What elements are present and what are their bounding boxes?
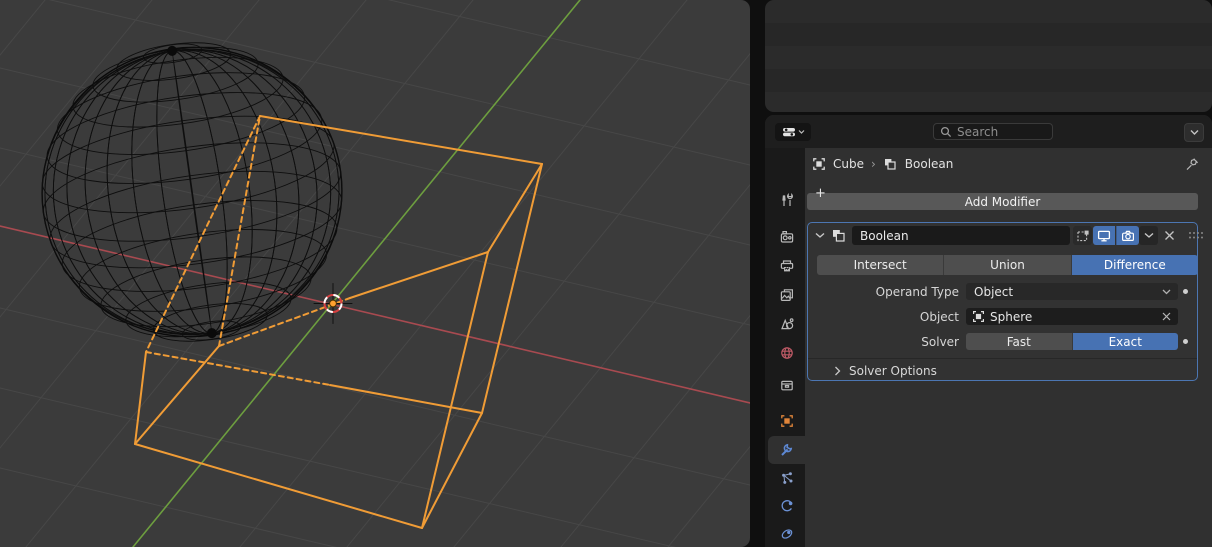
- physics-icon: [780, 499, 794, 513]
- tab-collection-properties[interactable]: [768, 371, 805, 399]
- boolean-operation-switch: Intersect Union Difference: [817, 255, 1198, 275]
- breadcrumb: Cube › Boolean: [812, 156, 953, 172]
- object-field[interactable]: Sphere: [966, 308, 1178, 325]
- properties-editor: Search Cube ›: [765, 115, 1212, 547]
- tab-modifier-properties[interactable]: [768, 436, 805, 464]
- tab-object-properties[interactable]: [768, 407, 805, 435]
- modifier-panel-header: Boolean: [808, 223, 1197, 248]
- monitor-icon: [1097, 229, 1111, 243]
- operand-type-dropdown[interactable]: Object: [966, 283, 1178, 300]
- chevron-down-icon: [798, 129, 805, 135]
- object-label: Object: [808, 310, 959, 324]
- solver-fast-button[interactable]: Fast: [966, 333, 1073, 350]
- printer-icon: [780, 259, 794, 273]
- properties-header: Search: [765, 115, 1212, 148]
- modifier-stack-icon: [883, 157, 898, 171]
- breadcrumb-separator: ›: [871, 157, 876, 171]
- tab-physics-properties[interactable]: [768, 492, 805, 520]
- collection-box-icon: [780, 378, 794, 392]
- solver-options-label: Solver Options: [849, 364, 937, 378]
- blender-window: Search Cube ›: [0, 0, 1212, 547]
- header-menu-button[interactable]: [1184, 123, 1204, 142]
- solver-label: Solver: [808, 335, 959, 349]
- operation-union-button[interactable]: Union: [944, 255, 1071, 275]
- breadcrumb-modifier-label[interactable]: Boolean: [905, 157, 954, 171]
- close-icon[interactable]: [1163, 229, 1176, 242]
- tab-view-layer-properties[interactable]: [768, 281, 805, 309]
- tab-constraint-properties[interactable]: [768, 520, 805, 547]
- object-field-value: Sphere: [990, 310, 1032, 324]
- animate-dot-operand[interactable]: [1183, 289, 1188, 294]
- boolean-modifier-panel: Boolean I: [807, 222, 1198, 381]
- search-placeholder: Search: [957, 125, 998, 139]
- subpanel-divider: [808, 358, 1197, 359]
- properties-tab-strip: [765, 148, 805, 547]
- tab-output-properties[interactable]: [768, 252, 805, 280]
- viewport-scene: [0, 0, 750, 547]
- world-globe-icon: [780, 346, 794, 360]
- tab-particle-properties[interactable]: [768, 464, 805, 492]
- modifier-name-field[interactable]: Boolean: [852, 226, 1070, 245]
- breadcrumb-object-label[interactable]: Cube: [833, 157, 864, 171]
- render-camera-back-icon: [780, 230, 794, 244]
- search-input[interactable]: Search: [933, 123, 1053, 140]
- 3d-viewport[interactable]: [0, 0, 750, 547]
- outliner-panel[interactable]: [765, 0, 1212, 112]
- pin-icon[interactable]: [1185, 157, 1200, 172]
- solver-switch: Fast Exact: [966, 333, 1178, 350]
- modifier-extras-button[interactable]: [1139, 226, 1158, 245]
- wrench-icon: [779, 443, 794, 458]
- properties-sliders-icon: [782, 125, 796, 139]
- properties-content: Cube › Boolean + Add Modifier Boolean: [805, 148, 1212, 547]
- animate-dot-solver[interactable]: [1183, 339, 1188, 344]
- operation-intersect-button[interactable]: Intersect: [817, 255, 944, 275]
- tool-icon: [780, 193, 794, 207]
- render-display-toggle[interactable]: [1116, 226, 1139, 245]
- drag-handle-icon[interactable]: [1188, 231, 1204, 240]
- camera-icon: [1121, 229, 1135, 243]
- operand-type-label: Operand Type: [808, 285, 959, 299]
- edit-mode-display-toggle[interactable]: [1073, 226, 1092, 245]
- tab-scene-properties[interactable]: [768, 310, 805, 338]
- operand-type-value: Object: [966, 285, 1013, 299]
- operation-difference-button[interactable]: Difference: [1072, 255, 1198, 275]
- expand-chevron-down-icon[interactable]: [815, 232, 825, 239]
- solver-exact-button[interactable]: Exact: [1073, 333, 1179, 350]
- tab-render-properties[interactable]: [768, 223, 805, 251]
- constraints-icon: [780, 527, 794, 541]
- add-modifier-button[interactable]: + Add Modifier: [807, 193, 1198, 210]
- modifier-stack-icon: [831, 228, 847, 243]
- object-cube-icon[interactable]: [812, 157, 826, 171]
- mesh-object-icon: [972, 310, 985, 323]
- editor-type-button[interactable]: [775, 123, 811, 141]
- tab-world-properties[interactable]: [768, 339, 805, 367]
- object-brackets-icon: [780, 414, 794, 428]
- layers-image-icon: [780, 288, 794, 302]
- chevron-down-icon: [1162, 289, 1171, 295]
- solver-options-subpanel-header[interactable]: Solver Options: [834, 362, 937, 380]
- add-modifier-label: Add Modifier: [965, 195, 1041, 209]
- search-icon: [940, 126, 952, 138]
- scene-icon: [780, 317, 794, 331]
- edit-mode-icon: [1076, 229, 1090, 243]
- clear-object-icon[interactable]: [1161, 311, 1172, 322]
- tab-tool-properties[interactable]: [768, 186, 805, 214]
- realtime-display-toggle[interactable]: [1093, 226, 1115, 245]
- chevron-right-icon: [834, 366, 841, 376]
- particles-icon: [780, 471, 794, 485]
